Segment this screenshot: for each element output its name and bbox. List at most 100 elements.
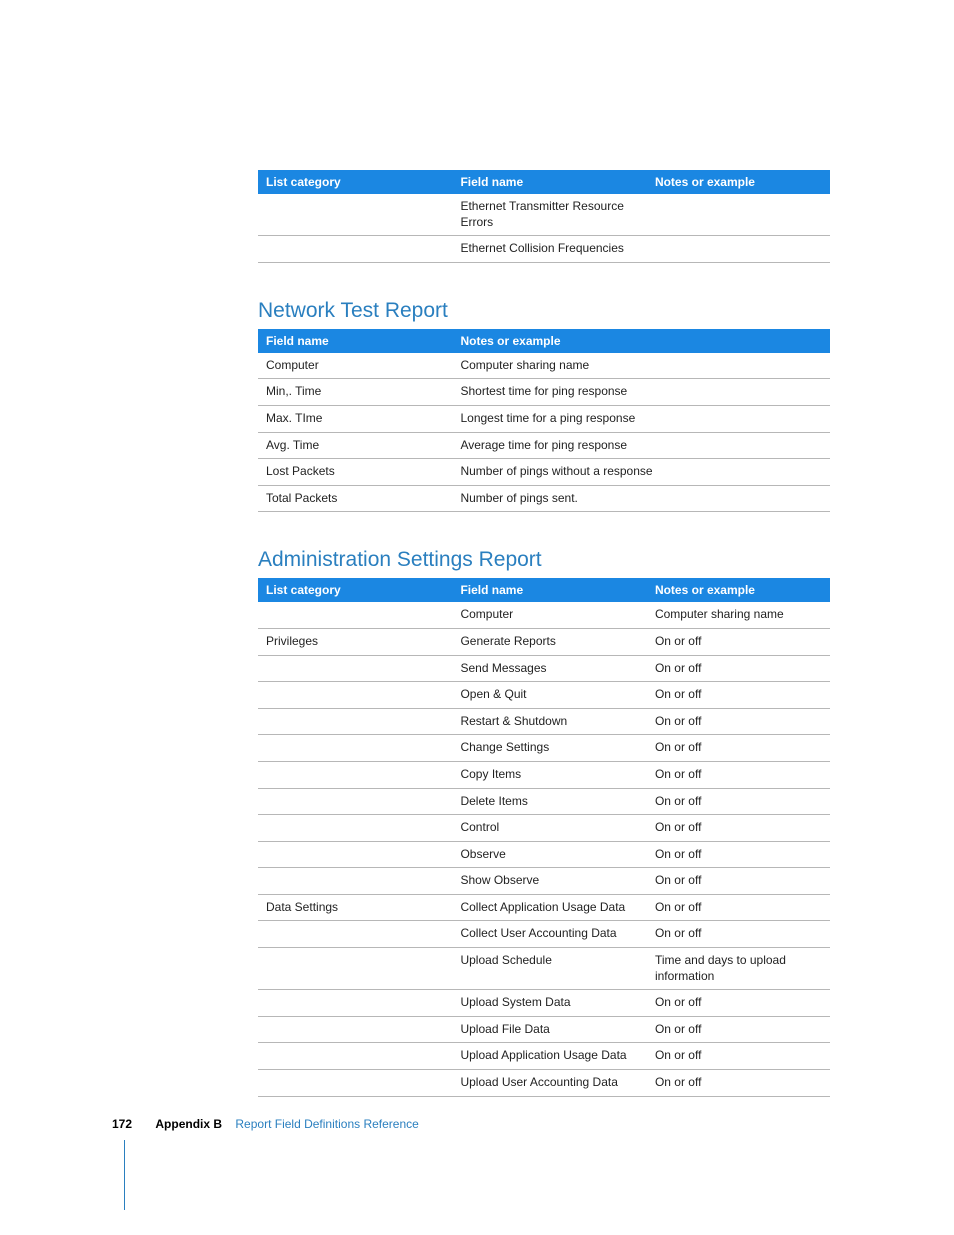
- table-row: Open & QuitOn or off: [258, 682, 830, 709]
- table-cell: On or off: [647, 815, 830, 842]
- table-cell: On or off: [647, 894, 830, 921]
- table-cell: On or off: [647, 788, 830, 815]
- table-cell: Computer sharing name: [452, 353, 830, 379]
- table-cell: Restart & Shutdown: [452, 708, 646, 735]
- table-row: Avg. TimeAverage time for ping response: [258, 432, 830, 459]
- table-cell: [258, 682, 452, 709]
- table-cell: On or off: [647, 708, 830, 735]
- table-cell: [647, 194, 830, 236]
- table-cell: Collect Application Usage Data: [452, 894, 646, 921]
- th-list-category: List category: [258, 170, 452, 194]
- table-cell: Collect User Accounting Data: [452, 921, 646, 948]
- table-cell: Privileges: [258, 628, 452, 655]
- table-row: ComputerComputer sharing name: [258, 602, 830, 628]
- page-footer: 172 Appendix B Report Field Definitions …: [112, 1117, 419, 1131]
- content-area: List category Field name Notes or exampl…: [258, 170, 830, 1133]
- table-cell: Data Settings: [258, 894, 452, 921]
- table-cell: On or off: [647, 761, 830, 788]
- table-cell: Ethernet Transmitter Resource Errors: [452, 194, 646, 236]
- table-row: PrivilegesGenerate ReportsOn or off: [258, 628, 830, 655]
- th-field-name: Field name: [258, 329, 452, 353]
- table-row: Total PacketsNumber of pings sent.: [258, 485, 830, 512]
- table-cell: [258, 236, 452, 263]
- table-row: Lost PacketsNumber of pings without a re…: [258, 459, 830, 486]
- table-cell: Copy Items: [452, 761, 646, 788]
- table-cell: On or off: [647, 1016, 830, 1043]
- table-cell: Ethernet Collision Frequencies: [452, 236, 646, 263]
- appendix-label: Appendix B: [155, 1117, 222, 1131]
- table-cell: Computer: [258, 353, 452, 379]
- th-notes: Notes or example: [647, 170, 830, 194]
- th-notes: Notes or example: [452, 329, 830, 353]
- table-row: Send MessagesOn or off: [258, 655, 830, 682]
- table-cell: Change Settings: [452, 735, 646, 762]
- table-row: Change SettingsOn or off: [258, 735, 830, 762]
- table-cell: [258, 921, 452, 948]
- table-row: Copy ItemsOn or off: [258, 761, 830, 788]
- table-row: Delete ItemsOn or off: [258, 788, 830, 815]
- table-cell: [258, 868, 452, 895]
- table-header-row: Field name Notes or example: [258, 329, 830, 353]
- table-cell: Min,. Time: [258, 379, 452, 406]
- table-cell: On or off: [647, 1070, 830, 1097]
- table-row: Upload Application Usage DataOn or off: [258, 1043, 830, 1070]
- table-cell: Upload File Data: [452, 1016, 646, 1043]
- table-cell: On or off: [647, 1043, 830, 1070]
- table-cell: [258, 841, 452, 868]
- table-row: Show ObserveOn or off: [258, 868, 830, 895]
- table-network-test: Field name Notes or example ComputerComp…: [258, 329, 830, 513]
- table-cell: Shortest time for ping response: [452, 379, 830, 406]
- table-cell: Avg. Time: [258, 432, 452, 459]
- table-cell: Number of pings sent.: [452, 485, 830, 512]
- table-cell: [258, 1043, 452, 1070]
- table-cell: Longest time for a ping response: [452, 405, 830, 432]
- appendix-title: Report Field Definitions Reference: [235, 1117, 418, 1131]
- table-row: Max. TImeLongest time for a ping respons…: [258, 405, 830, 432]
- th-field-name: Field name: [452, 578, 646, 602]
- table-cell: Upload Application Usage Data: [452, 1043, 646, 1070]
- table-cell: On or off: [647, 868, 830, 895]
- table-cell: [258, 990, 452, 1017]
- table-cell: [258, 735, 452, 762]
- table-cell: Computer: [452, 602, 646, 628]
- table-cell: Send Messages: [452, 655, 646, 682]
- table-cell: On or off: [647, 921, 830, 948]
- table-row: Upload User Accounting DataOn or off: [258, 1070, 830, 1097]
- table-cell: On or off: [647, 990, 830, 1017]
- table-cell: Open & Quit: [452, 682, 646, 709]
- table-cell: [258, 761, 452, 788]
- th-field-name: Field name: [452, 170, 646, 194]
- table-cell: On or off: [647, 841, 830, 868]
- table-row: Upload File DataOn or off: [258, 1016, 830, 1043]
- table-admin-settings: List category Field name Notes or exampl…: [258, 578, 830, 1096]
- table-cell: Number of pings without a response: [452, 459, 830, 486]
- table-cell: [258, 602, 452, 628]
- th-list-category: List category: [258, 578, 452, 602]
- table-cell: Lost Packets: [258, 459, 452, 486]
- table-continued: List category Field name Notes or exampl…: [258, 170, 830, 263]
- table-row: Min,. TimeShortest time for ping respons…: [258, 379, 830, 406]
- table-cell: On or off: [647, 735, 830, 762]
- table-cell: Max. TIme: [258, 405, 452, 432]
- table-cell: Generate Reports: [452, 628, 646, 655]
- table-cell: Time and days to upload information: [647, 948, 830, 990]
- table-row: ComputerComputer sharing name: [258, 353, 830, 379]
- table-cell: [258, 655, 452, 682]
- table1-body: Ethernet Transmitter Resource ErrorsEthe…: [258, 194, 830, 262]
- table-cell: Upload User Accounting Data: [452, 1070, 646, 1097]
- footer-rule: [124, 1140, 125, 1210]
- table-cell: Total Packets: [258, 485, 452, 512]
- table-row: Upload ScheduleTime and days to upload i…: [258, 948, 830, 990]
- table-cell: [258, 815, 452, 842]
- table-cell: Computer sharing name: [647, 602, 830, 628]
- page: List category Field name Notes or exampl…: [0, 0, 954, 1235]
- table-cell: Upload System Data: [452, 990, 646, 1017]
- table-row: Collect User Accounting DataOn or off: [258, 921, 830, 948]
- table-row: Upload System DataOn or off: [258, 990, 830, 1017]
- table-cell: Delete Items: [452, 788, 646, 815]
- table-header-row: List category Field name Notes or exampl…: [258, 578, 830, 602]
- table-cell: Control: [452, 815, 646, 842]
- table-cell: [258, 194, 452, 236]
- table-header-row: List category Field name Notes or exampl…: [258, 170, 830, 194]
- table-cell: [258, 1016, 452, 1043]
